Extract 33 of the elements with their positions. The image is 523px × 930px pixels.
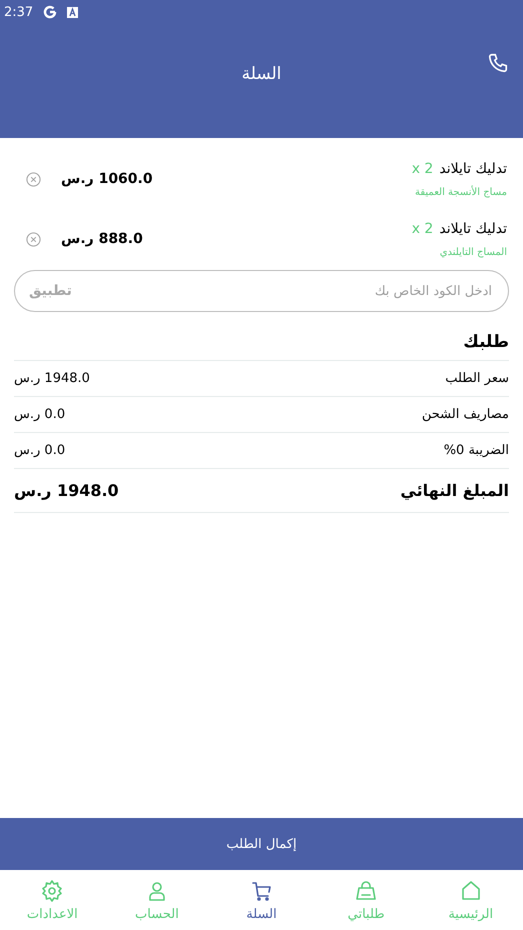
item-price: 1060.0 ر.س (61, 171, 153, 187)
page-title: السلة (242, 64, 282, 84)
item-name: تدليك تايلاند (439, 220, 507, 236)
remove-icon[interactable] (26, 172, 41, 186)
apply-button[interactable]: تطبيق (29, 283, 72, 299)
item-quantity: x 2 (412, 160, 434, 176)
summary-label: الضريبة 0% (444, 443, 509, 458)
checkout-button[interactable]: إكمال الطلب (0, 818, 523, 870)
summary-value: 0.0 ر.س (14, 443, 66, 458)
phone-icon[interactable] (487, 52, 509, 74)
nav-tab[interactable]: الرئيسية (418, 870, 523, 930)
summary-label: سعر الطلب (445, 371, 509, 386)
google-icon (43, 5, 58, 19)
remove-icon[interactable] (26, 232, 41, 246)
item-quantity: x 2 (412, 220, 434, 236)
summary-title: طلبك (14, 332, 509, 361)
summary-value: 0.0 ر.س (14, 407, 66, 422)
item-subtitle: المساج التايلندي (438, 246, 507, 258)
total-value: 1948.0 ر.س (14, 481, 119, 500)
coupon-field[interactable]: ادخل الكود الخاص بك تطبيق (14, 270, 509, 312)
summary-value: 1948.0 ر.س (14, 371, 90, 386)
nav-tab[interactable]: الحساب (104, 870, 210, 930)
status-time: 2:37 (4, 4, 34, 20)
nav-tab[interactable]: الاعدادات (0, 870, 105, 930)
item-subtitle: مساج الأنسجة العميقة (414, 186, 507, 198)
bag-icon (354, 878, 378, 902)
total-label: المبلغ النهائي (400, 481, 509, 500)
nav-tab[interactable]: السلة (209, 870, 314, 930)
item-price: 888.0 ر.س (61, 231, 143, 247)
summary-label: مصاريف الشحن (422, 407, 509, 422)
item-name: تدليك تايلاند (439, 160, 507, 176)
settings-icon (40, 878, 64, 902)
nav-tab[interactable]: طلباتي (314, 870, 418, 930)
